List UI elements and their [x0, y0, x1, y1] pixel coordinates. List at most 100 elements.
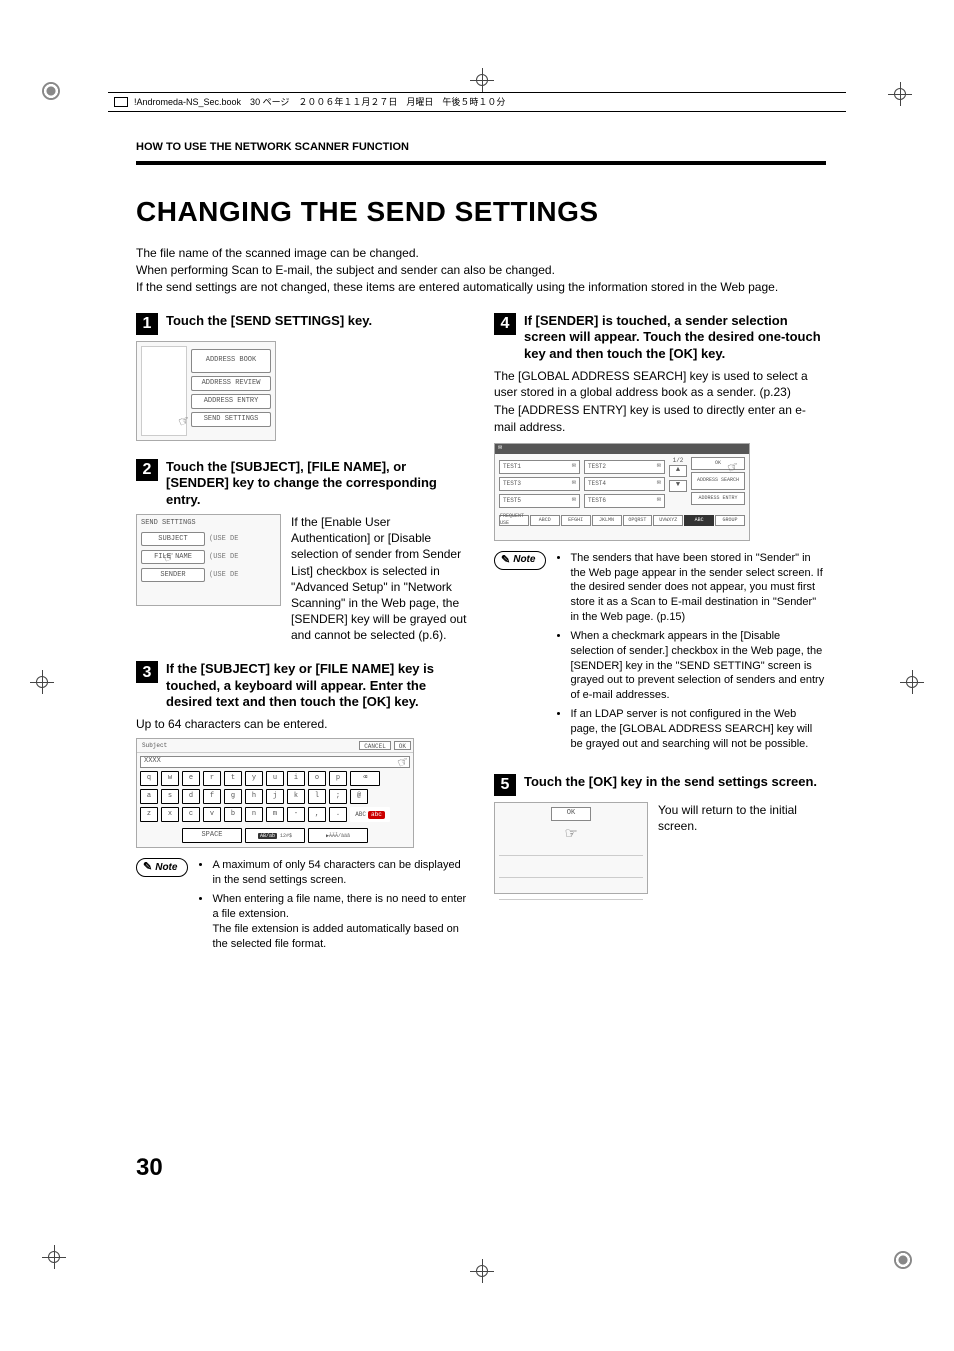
intro-line-2: When performing Scan to E-mail, the subj…	[136, 262, 826, 278]
sender-tab: UVWXYZ	[653, 515, 683, 526]
book-icon	[114, 97, 128, 107]
step-5-side-text: You will return to the initial screen.	[658, 802, 826, 834]
crop-mark-bl	[42, 1245, 66, 1269]
address-book-button: ADDRESS BOOK	[191, 349, 271, 373]
sender-item: TEST2	[584, 460, 665, 474]
keyboard-key: @	[350, 789, 368, 804]
keyboard-key: n	[245, 807, 263, 822]
final-ok-button: OK	[551, 807, 591, 821]
crop-mark-top-center	[470, 68, 494, 92]
keyboard-key: t	[224, 771, 242, 786]
sender-tab: EFGHI	[561, 515, 591, 526]
address-entry-button-2: ADDRESS ENTRY	[691, 492, 745, 505]
keyboard-key: v	[203, 807, 221, 822]
step-2: 2 Touch the [SUBJECT], [FILE NAME], or […	[136, 459, 468, 643]
sender-tab: OPQRST	[623, 515, 653, 526]
step-2-side-text: If the [Enable User Authentication] or […	[291, 514, 468, 644]
keyboard-input-field: XXXX	[140, 756, 410, 768]
sender-pager: 1/2	[669, 457, 687, 465]
keyboard-key: g	[224, 789, 242, 804]
address-entry-button: ADDRESS ENTRY	[191, 394, 271, 409]
sender-item: TEST3	[499, 477, 580, 491]
keyboard-key: m	[266, 807, 284, 822]
keyboard-key: u	[266, 771, 284, 786]
running-head: HOW TO USE THE NETWORK SCANNER FUNCTION	[136, 140, 826, 155]
keyboard-key: x	[161, 807, 179, 822]
note-item: If an LDAP server is not configured in t…	[570, 707, 826, 752]
note-item: When a checkmark appears in the [Disable…	[570, 629, 826, 703]
keyboard-key: -	[287, 807, 305, 822]
page-number: 30	[136, 1152, 163, 1184]
step-3-subtext: Up to 64 characters can be entered.	[136, 716, 468, 732]
address-review-button: ADDRESS REVIEW	[191, 376, 271, 391]
keyboard-key: r	[203, 771, 221, 786]
keyboard-key: d	[182, 789, 200, 804]
step-4: 4 If [SENDER] is touched, a sender selec…	[494, 313, 826, 755]
address-book-screenshot: ☞ ADDRESS BOOK ADDRESS REVIEW ADDRESS EN…	[136, 341, 276, 441]
note-item: When entering a file name, there is no n…	[212, 892, 468, 951]
keyboard-space-key: SPACE	[182, 828, 242, 843]
page-content: HOW TO USE THE NETWORK SCANNER FUNCTION …	[136, 140, 826, 973]
keyboard-key: ;	[329, 789, 347, 804]
keyboard-key: z	[140, 807, 158, 822]
keyboard-screenshot: Subject CANCEL OK XXXX q w e r t y	[136, 738, 414, 848]
crop-mark-tr	[888, 82, 912, 106]
pager-up-icon: ▲	[669, 465, 687, 477]
keyboard-ok-button: OK	[394, 741, 411, 750]
step-5: 5 Touch the [OK] key in the send setting…	[494, 774, 826, 894]
crop-mark-mid-left	[30, 670, 54, 694]
sender-item: TEST4	[584, 477, 665, 491]
keyboard-key: k	[287, 789, 305, 804]
source-file-text: !Andromeda-NS_Sec.book 30 ページ ２００６年１１月２７…	[134, 96, 505, 108]
keyboard-key: l	[308, 789, 326, 804]
keyboard-key: e	[182, 771, 200, 786]
step-4-number: 4	[494, 313, 516, 335]
sender-value: (USE DE	[209, 571, 238, 580]
envelope-icon: ✉	[498, 444, 502, 453]
crop-mark-tl	[42, 82, 60, 100]
keyboard-cancel-button: CANCEL	[359, 741, 391, 750]
step-1-title: Touch the [SEND SETTINGS] key.	[166, 313, 372, 335]
send-settings-header: SEND SETTINGS	[141, 519, 276, 528]
keyboard-key: s	[161, 789, 179, 804]
intro-line-3: If the send settings are not changed, th…	[136, 279, 826, 295]
crop-mark-br	[894, 1251, 912, 1269]
step-3: 3 If the [SUBJECT] key or [FILE NAME] ke…	[136, 661, 468, 955]
intro-paragraph: The file name of the scanned image can b…	[136, 245, 826, 296]
sender-tab: JKLMN	[592, 515, 622, 526]
step-5-title: Touch the [OK] key in the send settings …	[524, 774, 817, 796]
keyboard-key: o	[308, 771, 326, 786]
send-settings-button: SEND SETTINGS	[191, 412, 271, 427]
step-4-body-2: The [ADDRESS ENTRY] key is used to direc…	[494, 402, 826, 434]
keyboard-key: ,	[308, 807, 326, 822]
right-column: 4 If [SENDER] is touched, a sender selec…	[494, 313, 826, 973]
subject-value: (USE DE	[209, 535, 238, 544]
step-1: 1 Touch the [SEND SETTINGS] key. ☞ ADDRE…	[136, 313, 468, 441]
subject-button: SUBJECT	[141, 532, 205, 546]
keyboard-key: h	[245, 789, 263, 804]
pager-down-icon: ▼	[669, 480, 687, 492]
step-3-number: 3	[136, 661, 158, 683]
step-2-title: Touch the [SUBJECT], [FILE NAME], or [SE…	[166, 459, 468, 508]
keyboard-key: y	[245, 771, 263, 786]
sender-tab-active: ABC	[684, 515, 714, 526]
keyboard-key: f	[203, 789, 221, 804]
keyboard-key: j	[266, 789, 284, 804]
left-column: 1 Touch the [SEND SETTINGS] key. ☞ ADDRE…	[136, 313, 468, 973]
step-5-number: 5	[494, 774, 516, 796]
step-3-note: Note A maximum of only 54 characters can…	[136, 858, 468, 955]
crop-mark-bottom-center	[470, 1259, 494, 1283]
keyboard-mode2-key: ▶ ÀÄÂ/àäâ	[308, 828, 368, 843]
crop-mark-mid-right	[900, 670, 924, 694]
ok-screen-screenshot: OK ☞	[494, 802, 648, 894]
send-settings-screenshot: SEND SETTINGS SUBJECT (USE DE FILE NAME …	[136, 514, 281, 606]
sender-button: SENDER	[141, 568, 205, 582]
step-3-title: If the [SUBJECT] key or [FILE NAME] key …	[166, 661, 468, 710]
file-name-value: (USE DE	[209, 553, 238, 562]
source-file-strip: !Andromeda-NS_Sec.book 30 ページ ２００６年１１月２７…	[108, 92, 846, 112]
keyboard-backspace-key: ⌫	[350, 771, 380, 786]
sender-tab: FREQUENT USE	[499, 515, 529, 526]
sender-item: TEST1	[499, 460, 580, 474]
keyboard-case-toggle: ABC abc	[350, 807, 390, 822]
keyboard-key: .	[329, 807, 347, 822]
